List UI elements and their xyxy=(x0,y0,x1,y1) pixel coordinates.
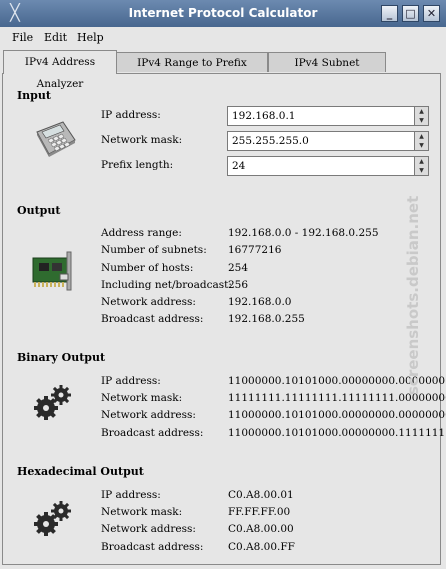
address-range-value: 192.168.0.0 - 192.168.0.255 xyxy=(228,227,379,239)
including-net-broadcast-label: Including net/broadcast: xyxy=(101,279,232,291)
prefix-length-label: Prefix length: xyxy=(101,159,174,171)
binary-network-address-label: Network address: xyxy=(101,409,196,421)
number-of-hosts-label: Number of hosts: xyxy=(101,262,194,274)
hex-network-mask-value: FF.FF.FF.00 xyxy=(228,506,291,518)
hex-output-section-title: Hexadecimal Output xyxy=(17,465,144,478)
including-net-broadcast-value: 256 xyxy=(228,279,249,291)
network-mask-label: Network mask: xyxy=(101,134,183,146)
hex-ip-address-label: IP address: xyxy=(101,489,161,501)
hex-ip-address-value: C0.A8.00.01 xyxy=(228,489,294,501)
spin-down-icon[interactable]: ▼ xyxy=(415,116,428,125)
binary-broadcast-address-value: 11000000.10101000.00000000.11111111 xyxy=(228,427,446,439)
hex-network-address-value: C0.A8.00.00 xyxy=(228,523,294,535)
tab-ipv4-address-analyzer[interactable]: IPv4 Address Analyzer xyxy=(3,50,117,90)
ip-address-input[interactable]: 192.168.0.1 xyxy=(227,106,415,126)
binary-broadcast-address-label: Broadcast address: xyxy=(101,427,204,439)
prefix-length-spinner[interactable]: ▲ ▼ xyxy=(415,156,429,176)
tab-ipv4-subnet-calculator[interactable]: IPv4 Subnet Calculator xyxy=(268,52,386,89)
menu-edit[interactable]: Edit xyxy=(44,31,67,44)
number-of-hosts-value: 254 xyxy=(228,262,249,274)
spin-up-icon[interactable]: ▲ xyxy=(415,132,428,141)
network-mask-spinner[interactable]: ▲ ▼ xyxy=(415,131,429,151)
prefix-length-input[interactable]: 24 xyxy=(227,156,415,176)
network-card-icon xyxy=(32,251,72,291)
broadcast-address-value: 192.168.0.255 xyxy=(228,313,305,325)
hex-broadcast-address-label: Broadcast address: xyxy=(101,541,204,553)
calculator-icon xyxy=(36,121,76,157)
spin-down-icon[interactable]: ▼ xyxy=(415,166,428,175)
address-range-label: Address range: xyxy=(101,227,182,239)
spin-up-icon[interactable]: ▲ xyxy=(415,157,428,166)
binary-network-mask-label: Network mask: xyxy=(101,392,183,404)
network-mask-input[interactable]: 255.255.255.0 xyxy=(227,131,415,151)
gears-icon xyxy=(34,385,71,420)
hex-network-mask-label: Network mask: xyxy=(101,506,183,518)
close-button[interactable]: ✕ xyxy=(423,5,440,22)
watermark-text: screenshots.debian.net xyxy=(404,195,422,395)
binary-output-section-title: Binary Output xyxy=(17,351,106,364)
binary-ip-address-label: IP address: xyxy=(101,375,161,387)
menu-bar: File Edit Help xyxy=(0,27,446,47)
number-of-subnets-label: Number of subnets: xyxy=(101,244,207,256)
output-section-title: Output xyxy=(17,204,61,217)
binary-network-address-value: 11000000.10101000.00000000.00000000 xyxy=(228,409,446,421)
menu-file[interactable]: File xyxy=(12,31,33,44)
menu-help[interactable]: Help xyxy=(77,31,104,44)
ip-address-label: IP address: xyxy=(101,109,161,121)
maximize-button[interactable]: □ xyxy=(402,5,419,22)
hex-network-address-label: Network address: xyxy=(101,523,196,535)
gears-icon xyxy=(34,501,71,536)
network-address-label: Network address: xyxy=(101,296,196,308)
minimize-button[interactable]: _ xyxy=(381,5,398,22)
title-bar: ╳ Internet Protocol Calculator _ □ ✕ xyxy=(0,0,446,27)
window-title: Internet Protocol Calculator xyxy=(128,6,318,20)
spin-up-icon[interactable]: ▲ xyxy=(415,107,428,116)
tab-strip: IPv4 Address Analyzer IPv4 Range to Pref… xyxy=(0,50,446,90)
network-address-value: 192.168.0.0 xyxy=(228,296,292,308)
number-of-subnets-value: 16777216 xyxy=(228,244,282,256)
tab-ipv4-range-to-prefix[interactable]: IPv4 Range to Prefix Converter xyxy=(116,52,268,89)
ip-address-spinner[interactable]: ▲ ▼ xyxy=(415,106,429,126)
hex-broadcast-address-value: C0.A8.00.FF xyxy=(228,541,295,553)
broadcast-address-label: Broadcast address: xyxy=(101,313,204,325)
spin-down-icon[interactable]: ▼ xyxy=(415,141,428,150)
